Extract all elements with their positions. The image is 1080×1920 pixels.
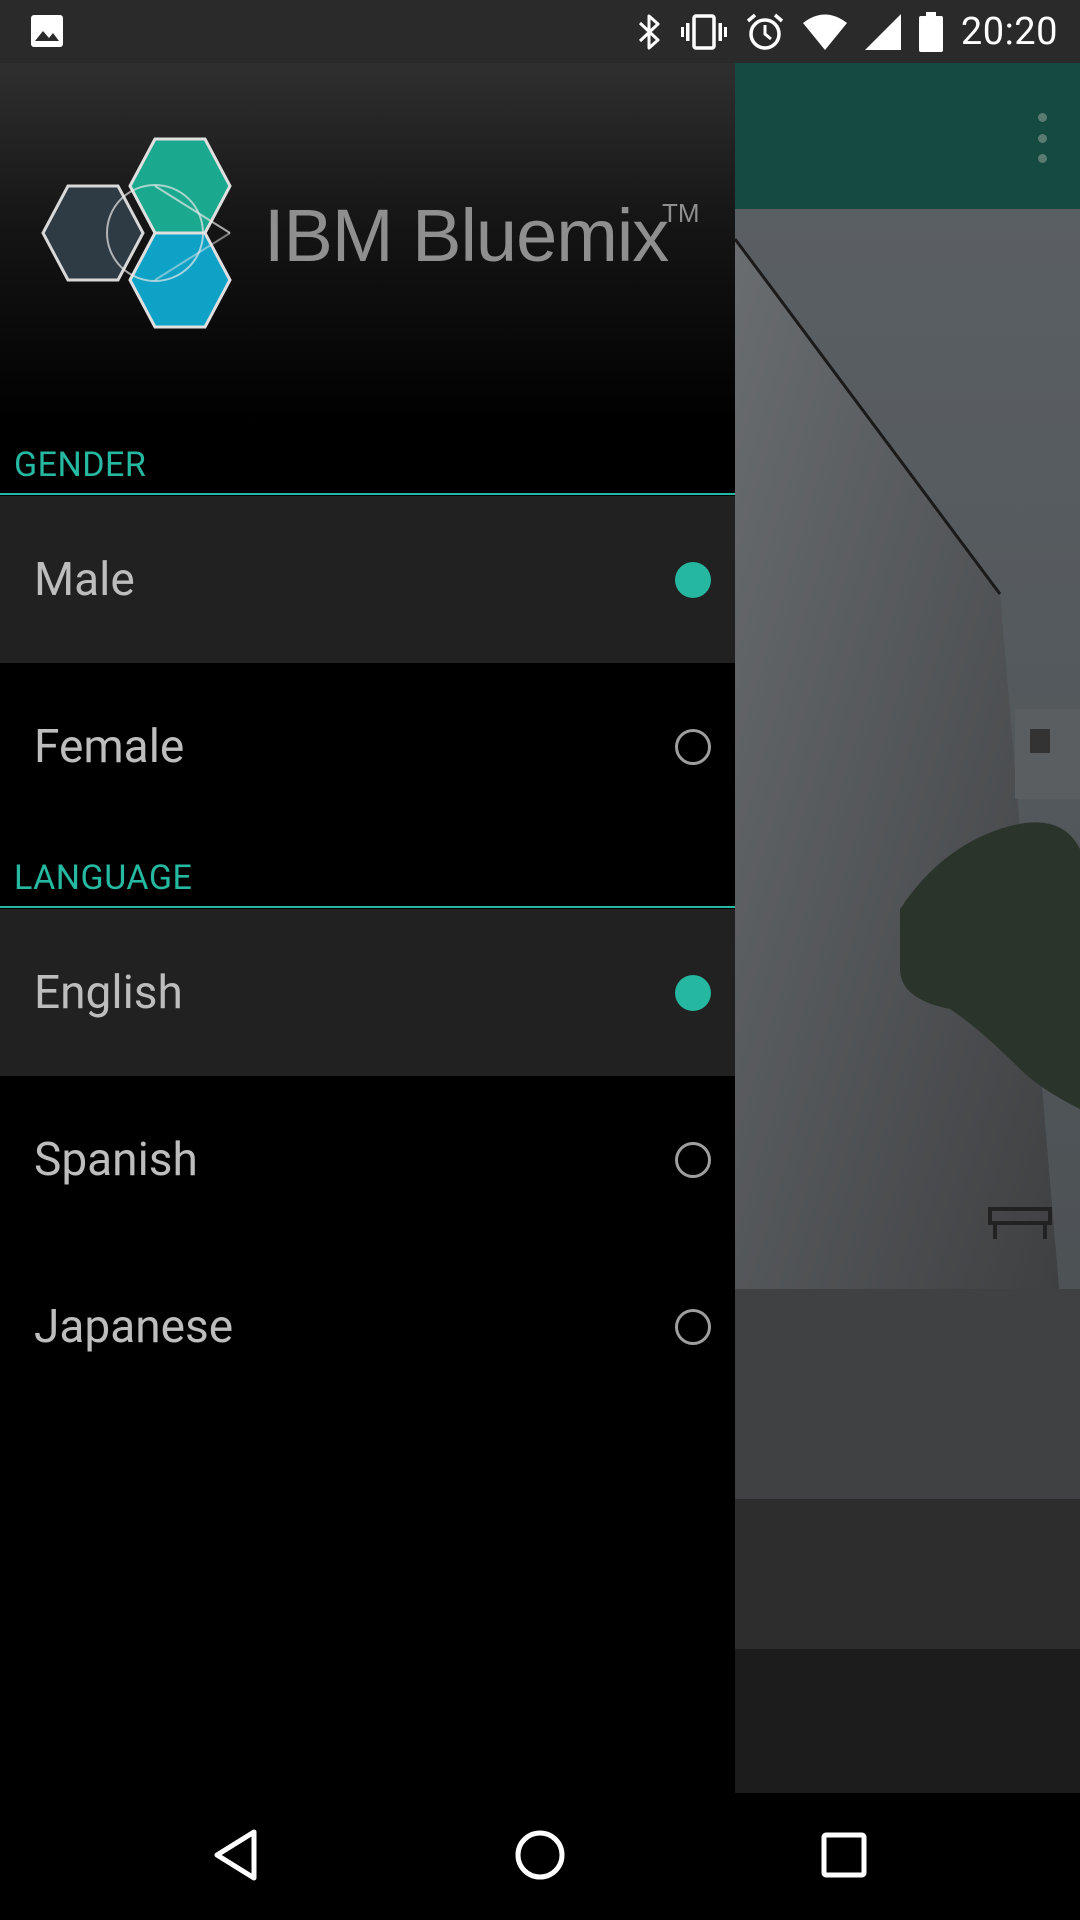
option-english[interactable]: English <box>0 909 735 1076</box>
section-title: GENDER <box>14 445 147 485</box>
home-icon <box>513 1828 567 1886</box>
radio-unselected-icon[interactable] <box>675 1141 711 1178</box>
ibm-bluemix-logo-icon <box>38 128 248 342</box>
status-time: 20:20 <box>960 9 1058 54</box>
radio-selected-icon[interactable] <box>675 974 711 1011</box>
option-label: Japanese <box>34 1299 234 1354</box>
recents-icon <box>820 1831 868 1883</box>
option-male[interactable]: Male <box>0 496 735 663</box>
bluetooth-icon <box>637 13 663 51</box>
status-bar: 20:20 <box>0 0 1080 63</box>
section-header-language: LANGUAGE <box>0 856 735 908</box>
option-label: Male <box>34 552 135 607</box>
system-navigation-bar <box>0 1793 1080 1920</box>
option-label: Spanish <box>34 1132 198 1187</box>
brand-trademark: TM <box>662 198 700 228</box>
back-icon <box>212 1828 260 1886</box>
gallery-icon <box>30 14 64 48</box>
navigation-drawer: IBM Bluemix TM GENDER Male Female LANGUA… <box>0 63 735 1793</box>
alarm-icon <box>745 12 785 52</box>
brand-name: IBM Bluemix <box>264 194 669 277</box>
more-vert-icon[interactable] <box>1030 113 1054 163</box>
option-female[interactable]: Female <box>0 663 735 830</box>
drawer-header: IBM Bluemix TM <box>0 63 735 423</box>
radio-unselected-icon[interactable] <box>675 728 711 765</box>
wifi-icon <box>802 14 847 50</box>
back-button[interactable] <box>176 1793 296 1920</box>
option-label: Female <box>34 719 185 774</box>
recents-button[interactable] <box>784 1793 904 1920</box>
option-spanish[interactable]: Spanish <box>0 1076 735 1243</box>
option-label: English <box>34 965 183 1020</box>
radio-selected-icon[interactable] <box>675 561 711 598</box>
home-button[interactable] <box>480 1793 600 1920</box>
option-japanese[interactable]: Japanese <box>0 1243 735 1410</box>
section-title: LANGUAGE <box>14 858 193 898</box>
signal-icon <box>864 13 901 50</box>
section-header-gender: GENDER <box>0 443 735 495</box>
vibrate-icon <box>680 13 727 51</box>
battery-icon <box>918 11 943 52</box>
radio-unselected-icon[interactable] <box>675 1308 711 1345</box>
